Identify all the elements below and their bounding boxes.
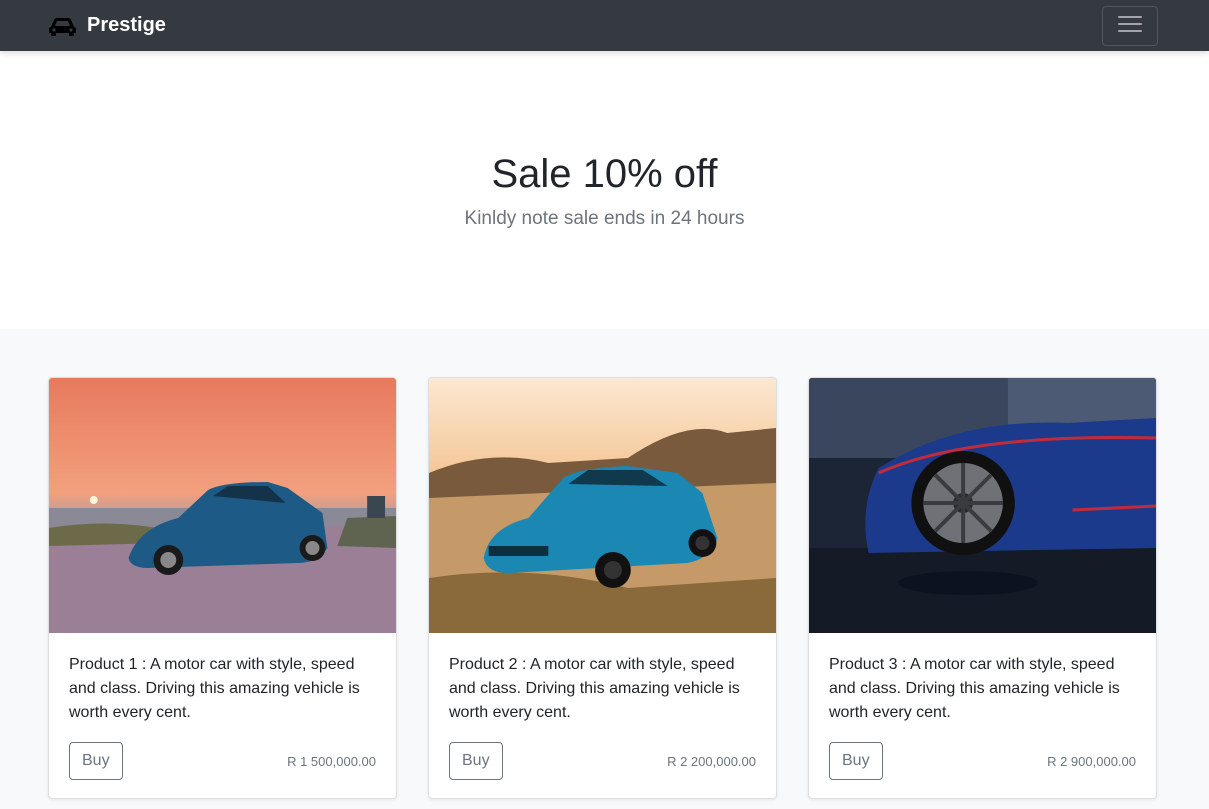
product-description-1: Product 1 : A motor car with style, spee… — [69, 656, 360, 721]
product-price-2: R 2 200,000.00 — [667, 753, 756, 769]
product-card-footer-1: Buy R 1 500,000.00 — [69, 742, 376, 780]
product-album: Product 1 : A motor car with style, spee… — [0, 329, 1209, 809]
buy-button-1[interactable]: Buy — [69, 742, 123, 780]
product-row: Product 1 : A motor car with style, spee… — [0, 377, 1209, 799]
hero-title: Sale 10% off — [491, 152, 718, 196]
product-card-body-2: Product 2 : A motor car with style, spee… — [429, 633, 776, 798]
product-image-1 — [49, 378, 396, 633]
brand-title: Prestige — [87, 14, 166, 36]
hamburger-menu-icon — [1115, 9, 1145, 42]
car-icon — [48, 16, 77, 36]
product-card-3: Product 3 : A motor car with style, spee… — [808, 377, 1157, 799]
product-card-2: Product 2 : A motor car with style, spee… — [428, 377, 777, 799]
buy-button-3[interactable]: Buy — [829, 742, 883, 780]
product-card-1: Product 1 : A motor car with style, spee… — [48, 377, 397, 799]
brand-link[interactable]: Prestige — [48, 14, 166, 37]
navbar: Prestige — [0, 0, 1209, 51]
product-image-2 — [429, 378, 776, 633]
product-card-body-3: Product 3 : A motor car with style, spee… — [809, 633, 1156, 798]
product-description-3: Product 3 : A motor car with style, spee… — [829, 656, 1120, 721]
product-description-2: Product 2 : A motor car with style, spee… — [449, 656, 740, 721]
hero-subtitle: Kinldy note sale ends in 24 hours — [464, 208, 745, 229]
product-price-1: R 1 500,000.00 — [287, 753, 376, 769]
buy-button-2[interactable]: Buy — [449, 742, 503, 780]
product-image-3 — [809, 378, 1156, 633]
product-price-3: R 2 900,000.00 — [1047, 753, 1136, 769]
product-card-footer-2: Buy R 2 200,000.00 — [449, 742, 756, 780]
product-card-body-1: Product 1 : A motor car with style, spee… — [49, 633, 396, 798]
hero-section: Sale 10% off Kinldy note sale ends in 24… — [0, 51, 1209, 329]
product-card-footer-3: Buy R 2 900,000.00 — [829, 742, 1136, 780]
navbar-toggler-button[interactable] — [1102, 5, 1158, 46]
